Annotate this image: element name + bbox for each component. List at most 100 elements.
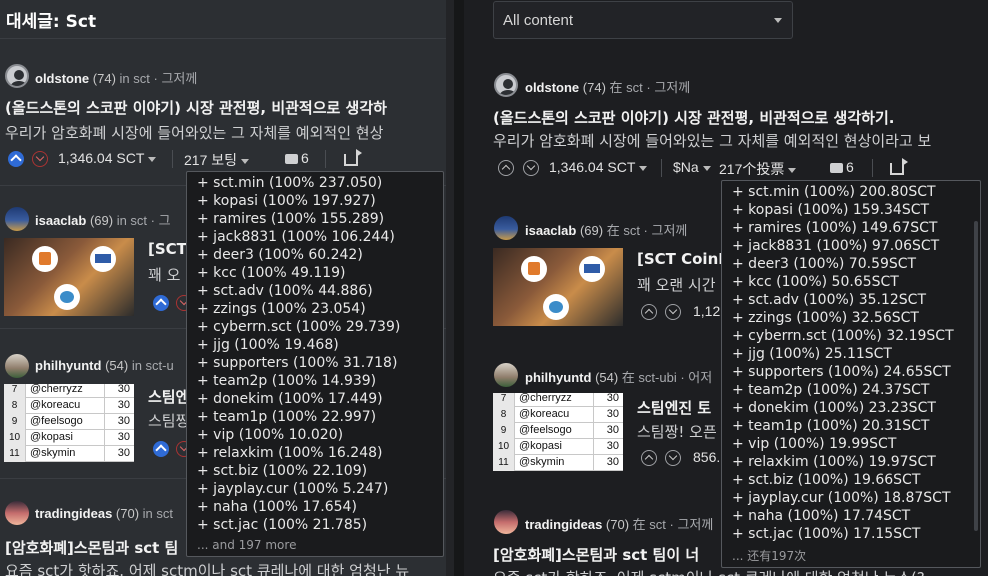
voter-item[interactable]: + ramires (100% 155.289) (197, 211, 384, 227)
upvote-icon[interactable] (641, 304, 657, 320)
voter-item[interactable]: + vip (100% 10.020) (197, 427, 343, 443)
voter-item[interactable]: + jjg (100% 19.468) (197, 337, 339, 353)
voter-item[interactable]: + sct.jac (100%) 17.15SCT (732, 526, 920, 542)
upvote-icon[interactable] (153, 441, 169, 457)
post-body[interactable]: 꽤 오랜 시간 (637, 274, 716, 295)
voter-item[interactable]: + team2p (100% 14.939) (197, 373, 376, 389)
post-thumbnail[interactable]: 7 @cherryzz 30 8 @koreacu 30 9 @feelsogo 30 10 @ko… (4, 384, 134, 462)
scrollbar[interactable] (446, 0, 454, 576)
voter-item[interactable]: + donekim (100% 17.449) (197, 391, 383, 407)
post-title[interactable]: (올드스톤의 스코판 이야기) 시장 관전평, 비관적으로 생각하기. (493, 107, 894, 128)
voter-item[interactable]: + naha (100% 17.654) (197, 499, 357, 515)
more-voters[interactable]: ... 还有197次 (732, 547, 806, 564)
avatar[interactable] (494, 363, 518, 387)
comment-icon[interactable] (282, 154, 298, 167)
voter-item[interactable]: + deer3 (100%) 70.59SCT (732, 256, 916, 272)
author-name[interactable]: oldstone (525, 80, 579, 95)
voter-item[interactable]: + supporters (100%) 24.65SCT (732, 364, 951, 380)
downvote-icon[interactable] (523, 160, 539, 176)
voter-item[interactable]: + cyberrn.sct (100% 29.739) (197, 319, 400, 335)
post-body[interactable]: 꽤 오 (148, 264, 180, 285)
downvote-icon[interactable] (665, 450, 681, 466)
post-title[interactable]: 스팀엔진 토 (637, 397, 711, 418)
voter-item[interactable]: + jayplay.cur (100%) 18.87SCT (732, 490, 951, 506)
upvote-icon[interactable] (153, 295, 169, 311)
author-name[interactable]: isaaclab (525, 223, 576, 238)
author-name[interactable]: isaaclab (35, 213, 86, 228)
voter-item[interactable]: + zzings (100% 23.054) (197, 301, 366, 317)
upvote-icon[interactable] (498, 160, 514, 176)
voter-item[interactable]: + vip (100%) 19.99SCT (732, 436, 896, 452)
avatar[interactable] (494, 216, 518, 240)
avatar[interactable] (5, 354, 29, 378)
author-name[interactable]: philhyuntd (525, 370, 591, 385)
post-thumbnail[interactable]: 7 @cherryzz 30 8 @koreacu 30 9 @feelsogo 30 10 @ko… (493, 393, 623, 471)
comment-count[interactable]: 6 (846, 159, 854, 175)
voter-item[interactable]: + sct.min (100%) 200.80SCT (732, 184, 936, 200)
comment-icon[interactable] (827, 163, 843, 176)
post-thumbnail[interactable] (4, 238, 134, 316)
post-body[interactable]: 요즘 sct가 핫하죠. 어제 sctm이나 sct 큐레나에 대한 엄청난 뉴 (5, 560, 409, 576)
voter-item[interactable]: + relaxkim (100%) 19.97SCT (732, 454, 936, 470)
post-body[interactable]: 우리가 암호화폐 시장에 들어와있는 그 자체를 예외적인 현상이라고 보 (493, 130, 931, 151)
voter-item[interactable]: + jack8831 (100%) 97.06SCT (732, 238, 939, 254)
voter-item[interactable]: + deer3 (100% 60.242) (197, 247, 363, 263)
voter-item[interactable]: + cyberrn.sct (100%) 32.19SCT (732, 328, 954, 344)
post-title[interactable]: [암호화폐]스몬팀과 sct 팀 (5, 537, 178, 558)
post-title[interactable]: [SCT CoinN (637, 250, 731, 268)
voter-item[interactable]: + kcc (100% 49.119) (197, 265, 346, 281)
avatar[interactable] (5, 501, 29, 525)
votes-dropdown[interactable]: 217个投票 (719, 159, 797, 179)
scrollbar[interactable] (974, 221, 978, 531)
payout-value[interactable]: 1,12 (693, 303, 720, 319)
voter-item[interactable]: + zzings (100%) 32.56SCT (732, 310, 919, 326)
author-name[interactable]: philhyuntd (35, 358, 101, 373)
voter-item[interactable]: + sct.adv (100%) 35.12SCT (732, 292, 926, 308)
payout-value[interactable]: 856. (693, 449, 720, 465)
voter-item[interactable]: + kcc (100%) 50.65SCT (732, 274, 899, 290)
voters-popup[interactable]: ... 还有197次 + sct.min (100%) 200.80SCT + k… (721, 180, 981, 568)
voter-item[interactable]: + team1p (100%) 20.31SCT (732, 418, 929, 434)
voter-item[interactable]: + sct.jac (100% 21.785) (197, 517, 367, 533)
voter-item[interactable]: + jjg (100%) 25.11SCT (732, 346, 892, 362)
avatar[interactable] (5, 207, 29, 231)
author-name[interactable]: tradingideas (35, 506, 112, 521)
payout-dropdown[interactable]: 1,346.04 SCT (58, 150, 157, 166)
votes-dropdown[interactable]: 217 보팅 (184, 150, 250, 170)
voter-item[interactable]: + team1p (100% 22.997) (197, 409, 376, 425)
voter-item[interactable]: + sct.min (100% 237.050) (197, 175, 382, 191)
post-title[interactable]: [SCT (148, 240, 187, 258)
voters-popup[interactable]: ... and 197 more + sct.min (100% 237.050… (186, 171, 444, 557)
post-body[interactable]: 스팀짱 (148, 410, 189, 431)
payout-dropdown[interactable]: 1,346.04 SCT (549, 159, 648, 175)
upvote-icon[interactable] (641, 450, 657, 466)
post-body[interactable]: 스팀짱! 오픈 (637, 421, 717, 442)
post-title[interactable]: (올드스톤의 스코판 이야기) 시장 관전평, 비관적으로 생각하 (5, 97, 387, 118)
downvote-icon[interactable] (32, 151, 48, 167)
post-body[interactable]: 우리가 암호화폐 시장에 들어와있는 그 자체를 예외적인 현상 (5, 122, 383, 143)
downvote-icon[interactable] (665, 304, 681, 320)
voter-item[interactable]: + supporters (100% 31.718) (197, 355, 397, 371)
author-name[interactable]: oldstone (35, 71, 89, 86)
currency-dropdown[interactable]: $Na (673, 159, 711, 175)
voter-item[interactable]: + team2p (100%) 24.37SCT (732, 382, 929, 398)
voter-item[interactable]: + jayplay.cur (100% 5.247) (197, 481, 388, 497)
post-thumbnail[interactable] (493, 248, 623, 326)
reblog-icon[interactable] (890, 158, 908, 175)
voter-item[interactable]: + sct.biz (100%) 19.66SCT (732, 472, 920, 488)
user-icon[interactable] (494, 73, 518, 97)
more-voters[interactable]: ... and 197 more (197, 538, 296, 552)
voter-item[interactable]: + naha (100%) 17.74SCT (732, 508, 910, 524)
voter-item[interactable]: + sct.adv (100% 44.886) (197, 283, 373, 299)
voter-item[interactable]: + ramires (100%) 149.67SCT (732, 220, 937, 236)
voter-item[interactable]: + sct.biz (100% 22.109) (197, 463, 367, 479)
content-filter-select[interactable]: All content (493, 1, 793, 39)
voter-item[interactable]: + relaxkim (100% 16.248) (197, 445, 382, 461)
reblog-icon[interactable] (344, 149, 362, 166)
author-name[interactable]: tradingideas (525, 517, 602, 532)
post-body[interactable]: 요즘 sct가 핫하죠. 어제 sctm이나 sct 큐레나에 대한 엄청난 뉴… (493, 567, 925, 576)
comment-count[interactable]: 6 (301, 150, 309, 166)
voter-item[interactable]: + jack8831 (100% 106.244) (197, 229, 395, 245)
post-title[interactable]: [암호화폐]스몬팀과 sct 팀이 너 (493, 544, 699, 565)
user-icon[interactable] (5, 64, 29, 88)
